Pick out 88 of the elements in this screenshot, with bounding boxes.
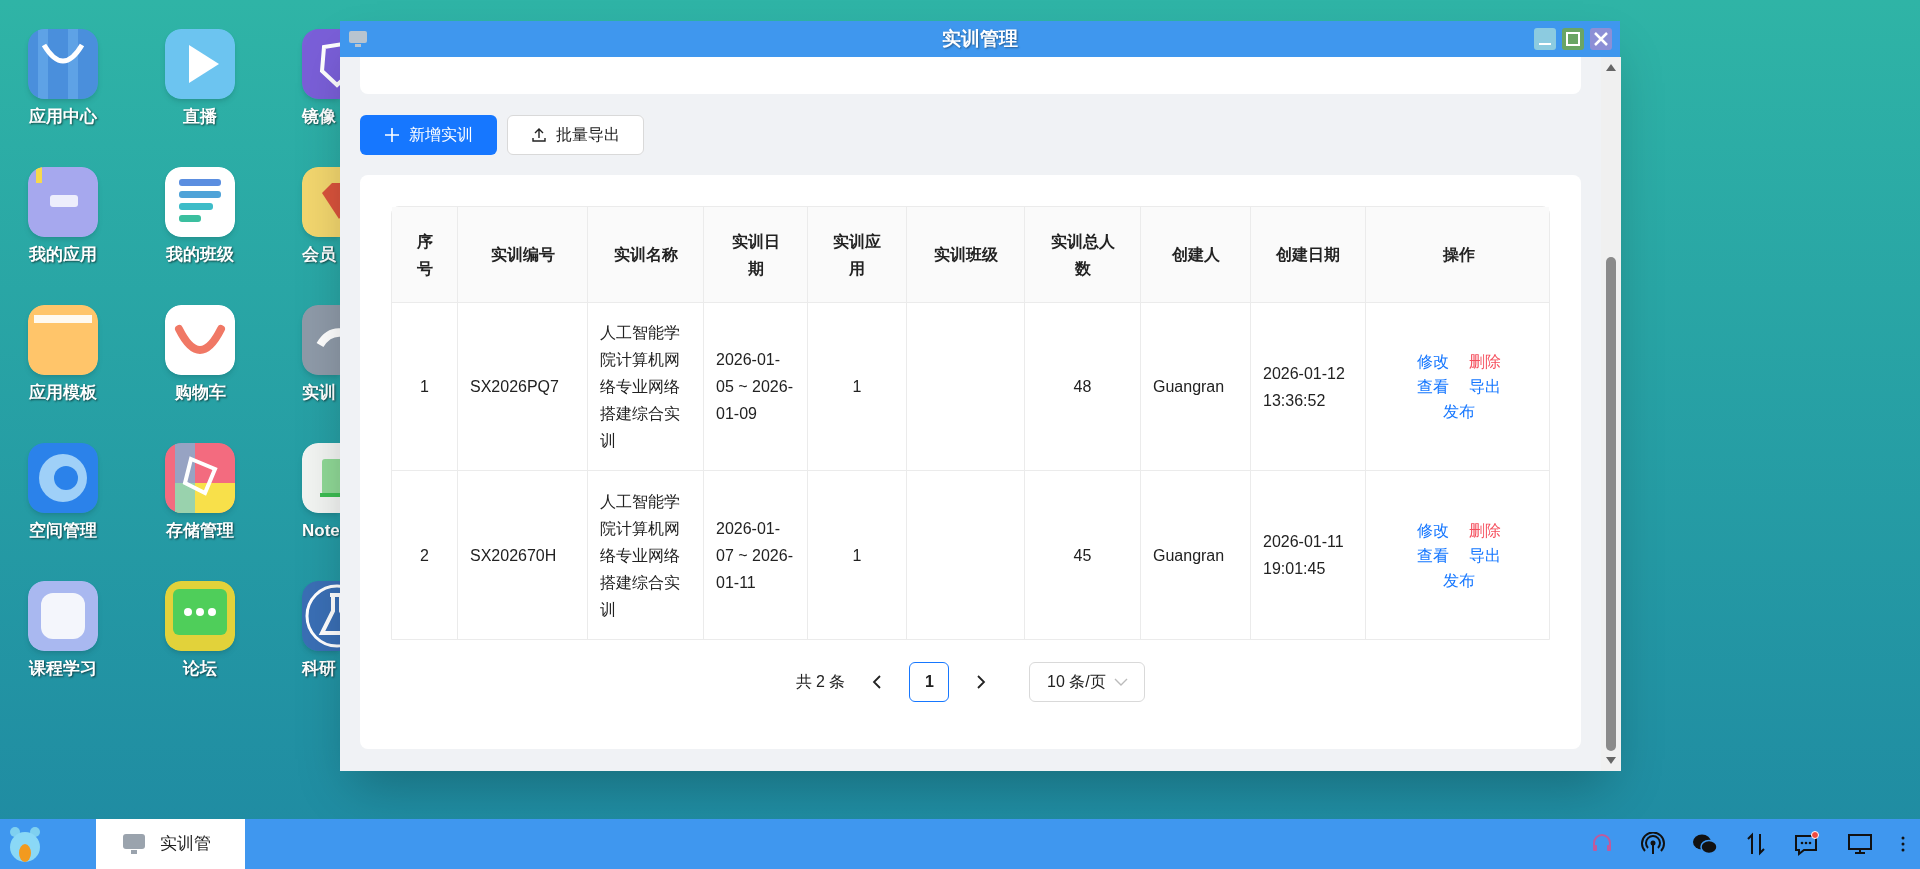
minimize-icon[interactable] (1534, 28, 1556, 50)
message-icon[interactable] (1794, 831, 1820, 857)
table-cell: 2026-01-07 ~ 2026-01-11 (704, 471, 808, 639)
delete-link[interactable]: 删除 (1468, 517, 1501, 543)
taskbar-tab[interactable]: 实训管 (96, 819, 245, 869)
chevron-down-icon (1113, 677, 1128, 687)
table-cell: 2026-01-11 19:01:45 (1251, 471, 1366, 639)
page-size-select[interactable]: 10 条/页 (1029, 662, 1146, 702)
desktop-icon-label: 论坛 (183, 659, 217, 679)
total-count: 共 2 条 (795, 672, 846, 692)
desktop-icon-label: Note (302, 521, 340, 541)
delete-link[interactable]: 删除 (1468, 349, 1501, 374)
paint-bucket-icon[interactable] (165, 443, 235, 513)
table-cell: 人工智能学院计算机网络专业网络搭建综合实训 (588, 471, 704, 639)
export-button[interactable]: 批量导出 (507, 115, 644, 155)
column-header: 创建人 (1141, 207, 1251, 302)
desktop-icon-label: 直播 (183, 107, 217, 127)
maximize-icon[interactable] (1562, 28, 1584, 50)
close-icon[interactable] (1590, 28, 1612, 50)
table-cell: 45 (1025, 471, 1141, 639)
stacked-bars-icon[interactable] (165, 167, 235, 237)
upload-icon (531, 128, 546, 142)
column-header: 操作 (1441, 245, 1476, 265)
add-button[interactable]: 新增实训 (360, 115, 497, 155)
desktop-icon-label: 应用中心 (29, 107, 97, 127)
broadcast-icon[interactable] (1641, 832, 1665, 856)
monitor-icon (122, 833, 146, 855)
desktop-icon-label: 镜像 (302, 107, 336, 127)
desktop-icon-label: 我的班级 (166, 245, 234, 265)
scrollbar[interactable] (1601, 57, 1621, 771)
column-header: 实训编号 (458, 207, 588, 302)
action-link[interactable]: 修改 (1416, 349, 1449, 374)
ring-icon[interactable] (28, 443, 98, 513)
monitor-icon (348, 30, 368, 48)
notebook-icon[interactable] (302, 443, 340, 513)
window-title: 实训管理 (942, 26, 1018, 51)
plus-icon (384, 128, 399, 142)
play-icon[interactable] (165, 29, 235, 99)
flask-icon[interactable] (302, 581, 340, 651)
action-link[interactable]: 导出 (1468, 374, 1501, 399)
app-icon[interactable] (28, 167, 98, 237)
page-button[interactable]: 1 (909, 662, 950, 702)
table-cell: 2026-01-12 13:36:52 (1251, 303, 1366, 470)
table-cell: 1 (808, 471, 907, 639)
desktop-icon-label: 应用模板 (29, 383, 97, 403)
action-link[interactable]: 查看 (1416, 374, 1449, 399)
shield-icon[interactable] (302, 29, 340, 99)
folder-icon[interactable] (28, 305, 98, 375)
desktop-icon-label: 实训 (302, 383, 336, 403)
action-link[interactable]: 修改 (1416, 517, 1449, 543)
table-cell: 1 (392, 303, 458, 470)
chat-icon[interactable] (165, 581, 235, 651)
table-cell: 48 (1025, 303, 1141, 470)
smile-icon[interactable] (165, 305, 235, 375)
desktop-icon-label: 空间管理 (29, 521, 97, 541)
table-cell: 人工智能学院计算机网络专业网络搭建综合实训 (588, 303, 704, 470)
wechat-icon[interactable] (1692, 832, 1718, 856)
gem-icon[interactable] (302, 167, 340, 237)
column-header: 序号 (392, 207, 458, 302)
table-cell: SX202670H (458, 471, 588, 639)
column-header: 创建日期 (1251, 207, 1366, 302)
column-header: 实训总人数 (1025, 207, 1141, 302)
desktop-icon-label: 科研 (302, 659, 336, 679)
transfer-arrows-icon[interactable] (1745, 832, 1767, 856)
desktop-icon-label: 存储管理 (166, 521, 234, 541)
monitor-icon[interactable] (1847, 833, 1873, 855)
table-cell: 1 (808, 303, 907, 470)
desktop-icon-label: 购物车 (174, 383, 226, 403)
column-header: 实训班级 (907, 207, 1025, 302)
column-header: 实训日期 (704, 207, 808, 302)
column-header: 实训名称 (588, 207, 704, 302)
table-cell: SX2026PQ7 (458, 303, 588, 470)
column-header: 实训应用 (808, 207, 907, 302)
desktop-icon-label: 我的应用 (29, 245, 97, 265)
table-cell: Guangran (1141, 303, 1251, 470)
table-cell: 2 (392, 471, 458, 639)
table-cell: 2026-01-05 ~ 2026-01-09 (704, 303, 808, 470)
shopping-bag-icon[interactable] (28, 29, 98, 99)
card-icon[interactable] (28, 581, 98, 651)
table-cell: Guangran (1141, 471, 1251, 639)
desktop-icon-label: 课程学习 (29, 659, 97, 679)
action-link[interactable]: 发布 (1442, 399, 1475, 424)
action-link[interactable]: 发布 (1442, 567, 1475, 593)
action-link[interactable]: 查看 (1416, 542, 1449, 568)
action-link[interactable]: 导出 (1468, 542, 1501, 568)
bear-logo-icon[interactable] (8, 825, 42, 863)
more-icon[interactable] (1900, 834, 1906, 854)
desktop-icon-label: 会员 (302, 245, 336, 265)
